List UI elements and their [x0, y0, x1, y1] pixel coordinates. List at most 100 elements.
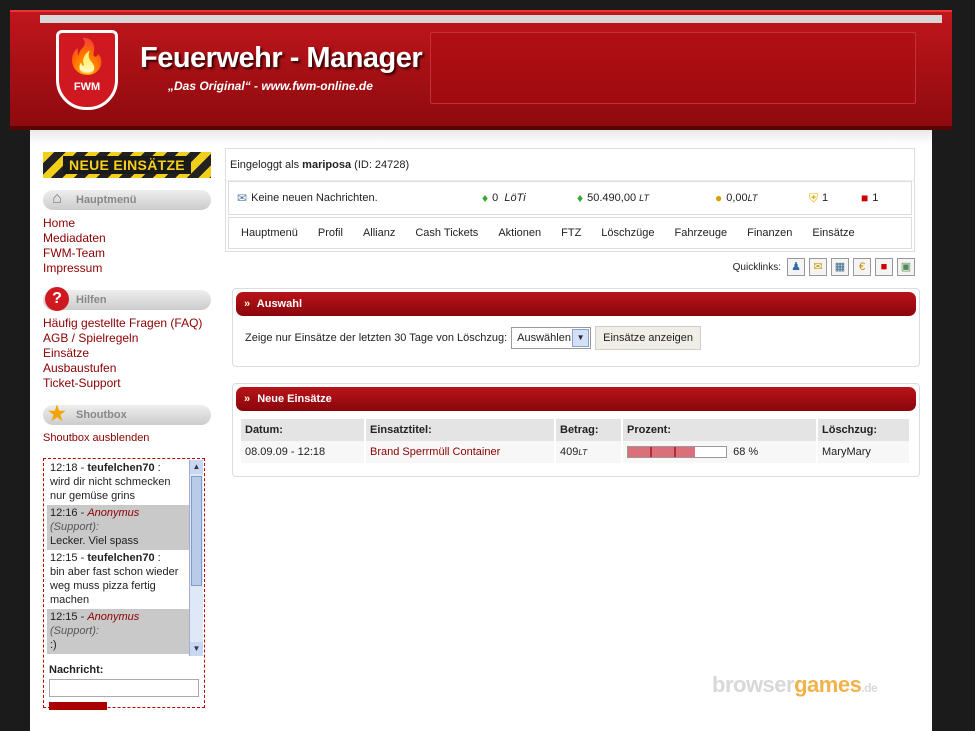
- shout-text: bin aber fast schon wieder weg muss pizz…: [50, 566, 179, 606]
- nav-einsaetze[interactable]: Einsätze: [812, 227, 854, 239]
- selection-title: Auswahl: [256, 298, 303, 310]
- shout-user[interactable]: Anonymus: [87, 611, 139, 623]
- link-ticket-support[interactable]: Ticket-Support: [43, 376, 211, 391]
- nav-hauptmenue[interactable]: Hauptmenü: [241, 227, 298, 239]
- show-missions-button[interactable]: Einsätze anzeigen: [595, 326, 702, 350]
- sidebar: NEUE EINSÄTZE ⌂ Hauptmenü Home Mediadate…: [43, 152, 211, 710]
- chevron-right-icon: »: [244, 298, 251, 310]
- shout-message: 12:15 - teufelchen70 : bin aber fast sch…: [50, 552, 179, 606]
- link-agb[interactable]: AGB / Spielregeln: [43, 331, 211, 346]
- chevron-right-icon: »: [244, 393, 251, 405]
- shout-user[interactable]: teufelchen70: [87, 462, 154, 474]
- shout-text: Lecker. Viel spass: [50, 535, 139, 547]
- shoutbox-toggle-link[interactable]: Shoutbox ausblenden: [43, 432, 211, 444]
- mission-unit: MaryMary: [817, 441, 911, 463]
- nav-cash-tickets[interactable]: Cash Tickets: [415, 227, 478, 239]
- building-icon[interactable]: ▣: [897, 258, 915, 276]
- shout-time: 12:16: [50, 507, 78, 519]
- user-box: Eingeloggt als mariposa (ID: 24728) ✉ Ke…: [225, 148, 915, 252]
- col-unit: Löschzug:: [817, 419, 911, 441]
- flame-icon: 🔥: [65, 38, 109, 76]
- help-links: Häufig gestellte Fragen (FAQ) AGB / Spie…: [43, 316, 211, 391]
- nav-profil[interactable]: Profil: [318, 227, 343, 239]
- shield-status: ⛨ 1: [809, 191, 861, 206]
- send-button[interactable]: [49, 702, 107, 710]
- chevron-down-icon[interactable]: ▼: [572, 329, 590, 347]
- nav-aktionen[interactable]: Aktionen: [498, 227, 541, 239]
- nav-finanzen[interactable]: Finanzen: [747, 227, 792, 239]
- shout-list: 12:18 - teufelchen70 : wird dir nicht sc…: [47, 460, 189, 656]
- scroll-down-icon[interactable]: ▼: [190, 642, 203, 656]
- messages-text: Keine neuen Nachrichten.: [251, 192, 378, 204]
- shout-user[interactable]: teufelchen70: [87, 552, 154, 564]
- table-header-row: Datum: Einsatztitel: Betrag: Prozent: Lö…: [241, 419, 911, 441]
- help-heading: ? Hilfen: [43, 287, 211, 311]
- mission-title-cell: Brand Sperrmüll Container: [365, 441, 556, 463]
- main-menu-heading: ⌂ Hauptmenü: [43, 190, 211, 210]
- shout-scrollbar[interactable]: ▲ ▼: [189, 460, 203, 656]
- loeti-status: ♦ 0 LöTi: [482, 191, 577, 205]
- shield-icon: ⛨: [809, 190, 819, 205]
- col-title: Einsatztitel:: [365, 419, 556, 441]
- link-home[interactable]: Home: [43, 216, 211, 231]
- mission-percent-cell: 68 %: [622, 441, 818, 463]
- nav-loeschzuege[interactable]: Löschzüge: [601, 227, 654, 239]
- shout-message: 12:15 - Anonymus (Support): :): [47, 609, 189, 654]
- user-icon[interactable]: ♟: [787, 258, 805, 276]
- house-icon: ⌂: [52, 190, 62, 207]
- shout-time: 12:18: [50, 462, 78, 474]
- mail-icon[interactable]: ✉: [809, 258, 827, 276]
- link-einsaetze[interactable]: Einsätze: [43, 346, 211, 361]
- fwm-logo[interactable]: 🔥 FWM: [56, 30, 118, 110]
- shout-text: :): [50, 639, 57, 651]
- money-value: 50.490,00: [587, 192, 637, 204]
- shout-message: 12:18 - teufelchen70 : wird dir nicht sc…: [50, 462, 171, 502]
- message-label: Nachricht:: [49, 664, 104, 676]
- new-missions-label: NEUE EINSÄTZE: [63, 156, 191, 174]
- link-impressum[interactable]: Impressum: [43, 261, 211, 276]
- progress-bar: [627, 446, 727, 459]
- shoutbox-heading: ★ Shoutbox: [43, 403, 211, 425]
- money-icon: ♦: [482, 191, 489, 205]
- main-menu-title: Hauptmenü: [76, 194, 137, 206]
- nav-allianz[interactable]: Allianz: [363, 227, 395, 239]
- message-input[interactable]: [49, 679, 199, 697]
- link-ausbaustufen[interactable]: Ausbaustufen: [43, 361, 211, 376]
- shield-value: 1: [822, 192, 829, 204]
- coins-value: 0,00: [726, 192, 748, 204]
- shout-time: 12:15: [50, 552, 78, 564]
- shout-role: (Support):: [50, 625, 99, 637]
- quicklinks-label: Quicklinks:: [732, 261, 781, 273]
- site-title: Feuerwehr - Manager: [140, 42, 423, 74]
- selection-heading: » Auswahl: [236, 292, 916, 316]
- messages-status[interactable]: ✉ Keine neuen Nachrichten.: [237, 191, 482, 205]
- link-mediadaten[interactable]: Mediadaten: [43, 231, 211, 246]
- table-row: 08.09.09 - 12:18 Brand Sperrmüll Contain…: [241, 441, 911, 463]
- link-fwm-team[interactable]: FWM-Team: [43, 246, 211, 261]
- nav-ftz[interactable]: FTZ: [561, 227, 581, 239]
- watermark-part1: browser: [712, 672, 795, 697]
- money-unit: LT: [639, 193, 649, 203]
- scroll-thumb[interactable]: [191, 476, 202, 586]
- new-missions-banner[interactable]: NEUE EINSÄTZE: [43, 152, 211, 178]
- login-info: Eingeloggt als mariposa (ID: 24728): [226, 149, 914, 181]
- link-faq[interactable]: Häufig gestellte Fragen (FAQ): [43, 316, 211, 331]
- envelope-icon: ✉: [237, 191, 248, 205]
- quicklinks: Quicklinks: ♟ ✉ ▦ € ■ ▣: [225, 256, 915, 278]
- scroll-up-icon[interactable]: ▲: [190, 460, 203, 474]
- nav-fahrzeuge[interactable]: Fahrzeuge: [675, 227, 728, 239]
- loeti-unit: LöTi: [504, 192, 526, 204]
- calendar-icon[interactable]: ▦: [831, 258, 849, 276]
- col-date: Datum:: [241, 419, 366, 441]
- shout-user[interactable]: Anonymus: [87, 507, 139, 519]
- filter-row: Zeige nur Einsätze der letzten 30 Tage v…: [236, 316, 916, 363]
- loeschzug-select[interactable]: Auswählen ▼: [511, 327, 592, 349]
- mission-title-link[interactable]: Brand Sperrmüll Container: [370, 446, 500, 458]
- watermark-tld: .de: [861, 681, 878, 695]
- shoutbox-title: Shoutbox: [76, 409, 127, 421]
- firetruck-icon[interactable]: ■: [875, 258, 893, 276]
- euro-icon[interactable]: €: [853, 258, 871, 276]
- main-menu-links: Home Mediadaten FWM-Team Impressum: [43, 216, 211, 276]
- col-amount: Betrag:: [555, 419, 623, 441]
- help-title: Hilfen: [76, 294, 107, 306]
